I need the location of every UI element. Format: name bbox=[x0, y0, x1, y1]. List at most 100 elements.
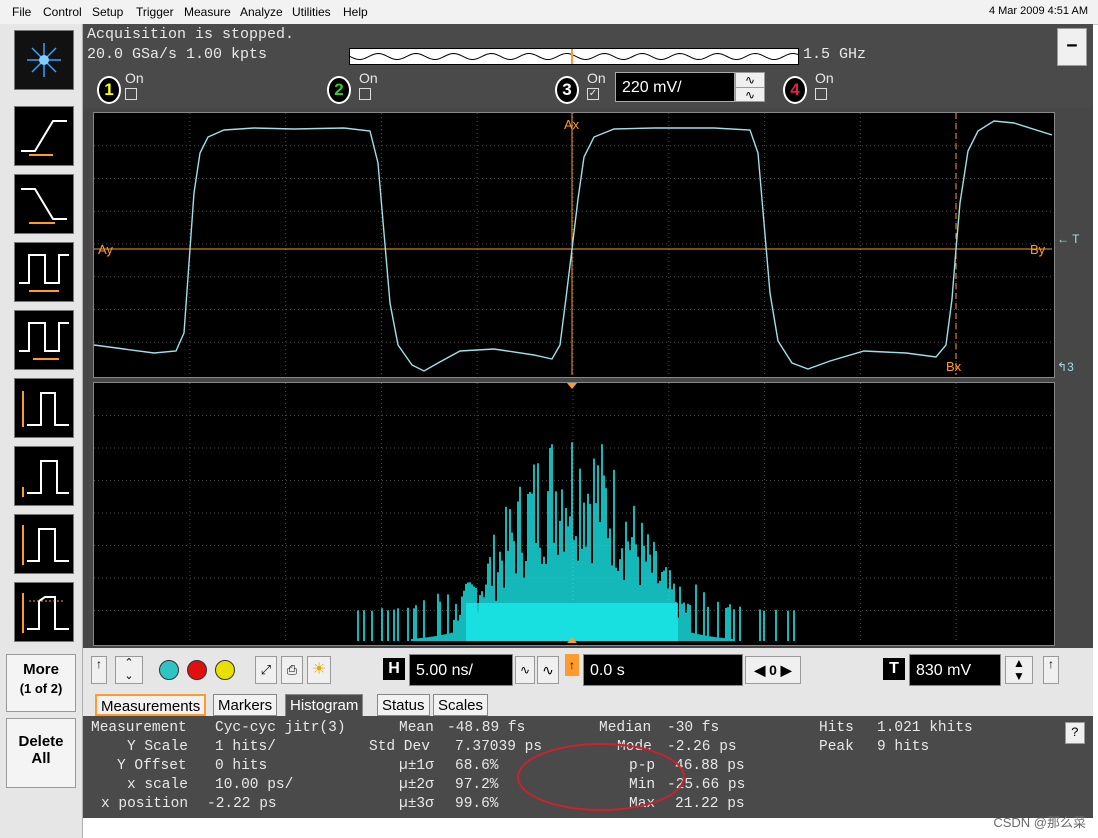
delete-all-button[interactable]: Delete All bbox=[6, 718, 76, 788]
tab-status[interactable]: Status bbox=[377, 694, 430, 716]
sigma1-label: µ±1σ bbox=[399, 758, 434, 774]
peak-label: Peak bbox=[819, 739, 854, 755]
menu-file[interactable]: File bbox=[12, 5, 31, 19]
frequency-button[interactable] bbox=[14, 310, 74, 370]
left-toolbar: More (1 of 2) Delete All bbox=[0, 24, 83, 838]
delete-sublabel: All bbox=[31, 750, 51, 767]
horizontal-icon: H bbox=[383, 658, 405, 680]
trigger-level-marker[interactable]: ← T bbox=[1057, 232, 1079, 246]
pointer-up-icon[interactable]: ↑ bbox=[91, 656, 107, 684]
menu-trigger[interactable]: Trigger bbox=[136, 5, 174, 19]
histogram-bars bbox=[357, 442, 795, 641]
menu-bar: File Control Setup Trigger Measure Analy… bbox=[0, 0, 1098, 25]
acquisition-bar: Acquisition is stopped. 20.0 GSa/s 1.00 … bbox=[83, 24, 1093, 68]
max-label: Max bbox=[629, 796, 656, 812]
menu-measure[interactable]: Measure bbox=[184, 5, 231, 19]
channel-4-icon[interactable]: 4 bbox=[783, 76, 807, 104]
yellow-color-icon[interactable] bbox=[215, 660, 235, 680]
amplitude-button[interactable] bbox=[14, 378, 74, 438]
sine-down-icon[interactable]: ∿ bbox=[736, 87, 764, 102]
trigger-level-input[interactable]: 830 mV bbox=[909, 654, 1001, 686]
channel-3-scale-spinner[interactable]: ∿ ∿ bbox=[735, 72, 765, 102]
delay-input[interactable]: 0.0 s bbox=[583, 654, 743, 686]
ax-label: Ax bbox=[564, 117, 580, 132]
channel-2-label: On bbox=[359, 70, 378, 86]
tab-strip: Measurements Markers Histogram Status Sc… bbox=[83, 692, 1093, 716]
y-scale-value: 1 hits/ bbox=[215, 739, 276, 755]
min-label: Min bbox=[629, 777, 656, 793]
sample-rate: 20.0 GSa/s 1.00 kpts bbox=[87, 46, 268, 63]
hits-label: Hits bbox=[819, 720, 854, 736]
channel-2-checkbox[interactable] bbox=[359, 88, 371, 100]
channel-1-checkbox[interactable] bbox=[125, 88, 137, 100]
time-scale-up-icon[interactable]: ∿ bbox=[537, 656, 559, 684]
print-icon[interactable]: ⎙ bbox=[281, 656, 303, 684]
sine-up-icon[interactable]: ∿ bbox=[736, 73, 764, 87]
record-wave-icon bbox=[349, 49, 799, 64]
brightness-icon[interactable]: ☀ bbox=[307, 656, 331, 684]
mode-label: Mode bbox=[617, 739, 652, 755]
menu-utilities[interactable]: Utilities bbox=[292, 5, 331, 19]
channel-3-label: On bbox=[587, 70, 606, 86]
pointer-up-icon-2[interactable]: ↑ bbox=[1043, 656, 1059, 684]
pp-label: p-p bbox=[629, 758, 656, 774]
tab-histogram[interactable]: Histogram bbox=[285, 694, 364, 716]
trigger-level-spinner[interactable]: ▲ ▼ bbox=[1005, 656, 1033, 684]
measurement-value: Cyc-cyc jitr(3) bbox=[215, 720, 346, 736]
channel-3-checkbox[interactable]: ✓ bbox=[587, 88, 599, 100]
zoom-spinner[interactable]: ⌃ ⌄ bbox=[115, 656, 143, 684]
x-scale-value: 10.00 ps/ bbox=[215, 777, 294, 793]
histogram-top-marker-icon bbox=[567, 383, 577, 389]
minimize-button[interactable]: – bbox=[1057, 28, 1087, 66]
x-position-label: x position bbox=[101, 796, 189, 812]
mean-label: Mean bbox=[399, 720, 434, 736]
waveform-display[interactable]: Ay By Ax Bx bbox=[93, 112, 1055, 378]
datetime: 4 Mar 2009 4:51 AM bbox=[988, 5, 1088, 17]
base-level-button[interactable] bbox=[14, 446, 74, 506]
tab-markers[interactable]: Markers bbox=[213, 694, 278, 716]
overshoot-button[interactable] bbox=[14, 582, 74, 642]
histogram-display[interactable] bbox=[93, 382, 1055, 646]
menu-help[interactable]: Help bbox=[343, 5, 368, 19]
vpp-icon bbox=[22, 525, 69, 565]
x-position-value: -2.22 ps bbox=[207, 796, 277, 812]
pp-value: 46.88 ps bbox=[675, 758, 745, 774]
fall-time-button[interactable] bbox=[14, 174, 74, 234]
rise-time-button[interactable] bbox=[14, 106, 74, 166]
time-scale-input[interactable]: 5.00 ns/ bbox=[409, 654, 513, 686]
time-scale-down-icon[interactable]: ∿ bbox=[515, 656, 535, 684]
menu-analyze[interactable]: Analyze bbox=[240, 5, 283, 19]
delete-label: Delete bbox=[18, 733, 64, 750]
mean-value: -48.89 fs bbox=[447, 720, 526, 736]
median-label: Median bbox=[599, 720, 652, 736]
more-button[interactable]: More (1 of 2) bbox=[6, 654, 76, 712]
tab-measurements[interactable]: Measurements bbox=[95, 694, 207, 716]
channel-2-icon[interactable]: 2 bbox=[327, 76, 351, 104]
channel-3-ground-marker[interactable]: ↰3 bbox=[1057, 360, 1074, 374]
logo-button[interactable] bbox=[14, 30, 74, 90]
channel-1-icon[interactable]: 1 bbox=[97, 76, 121, 104]
fall-time-icon bbox=[21, 188, 67, 224]
cyan-color-icon[interactable] bbox=[159, 660, 179, 680]
trigger-marker-label: T bbox=[1072, 232, 1080, 246]
measurement-label: Measurement bbox=[91, 720, 187, 736]
channel-3-icon[interactable]: 3 bbox=[555, 76, 579, 104]
sigma3-value: 99.6% bbox=[455, 796, 499, 812]
red-color-icon[interactable] bbox=[187, 660, 207, 680]
tab-scales[interactable]: Scales bbox=[433, 694, 489, 716]
channel-3-scale-input[interactable]: 220 mV/ bbox=[615, 72, 735, 102]
channel-4-checkbox[interactable] bbox=[815, 88, 827, 100]
max-value: 21.22 ps bbox=[675, 796, 745, 812]
std-dev-value: 7.37039 ps bbox=[455, 739, 543, 755]
menu-control[interactable]: Control bbox=[43, 5, 82, 19]
histogram-svg bbox=[94, 383, 1052, 643]
delay-stepper[interactable]: ◀ 0 ▶ bbox=[745, 656, 801, 684]
menu-setup[interactable]: Setup bbox=[92, 5, 123, 19]
ay-label: Ay bbox=[98, 242, 113, 257]
autoscale-icon[interactable]: ⤢ bbox=[255, 656, 277, 684]
period-button[interactable] bbox=[14, 242, 74, 302]
by-label: By bbox=[1030, 242, 1046, 257]
help-button[interactable]: ? bbox=[1065, 722, 1085, 744]
rise-time-icon bbox=[21, 120, 67, 156]
vpp-button[interactable] bbox=[14, 514, 74, 574]
